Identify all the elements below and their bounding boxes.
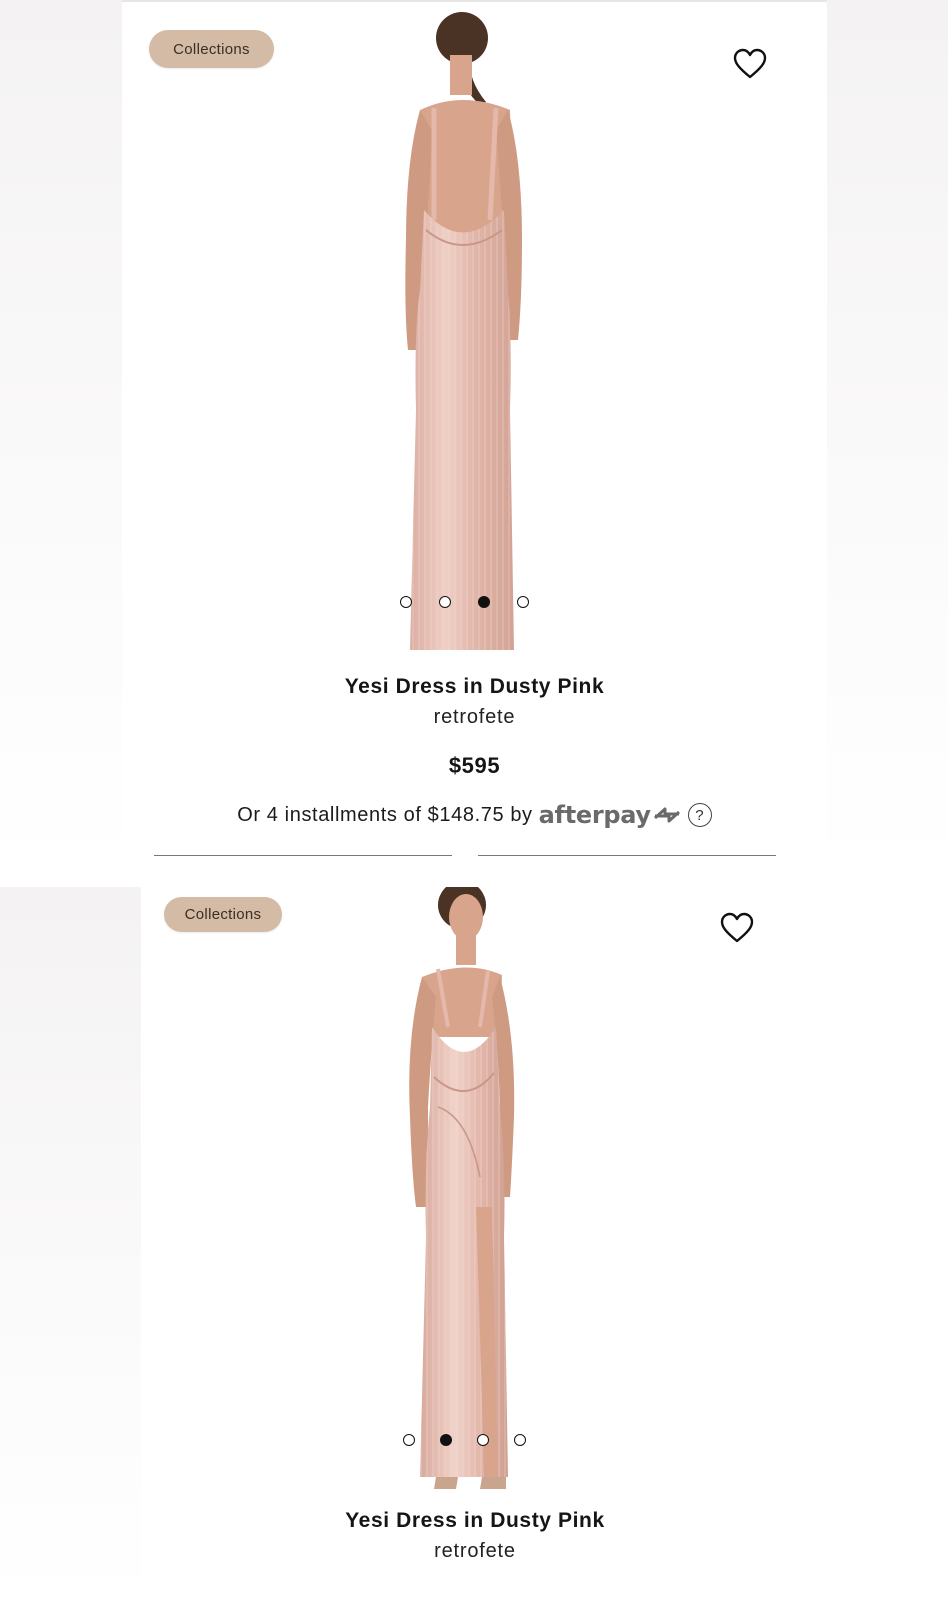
product-price: $595 bbox=[448, 753, 501, 778]
afterpay-arrows-icon bbox=[653, 807, 680, 823]
carousel-dot-1[interactable] bbox=[403, 1434, 415, 1446]
card-divider-left bbox=[154, 855, 452, 856]
carousel-dot-3[interactable] bbox=[478, 596, 490, 608]
product-image-side-view[interactable] bbox=[376, 887, 556, 1497]
image-carousel-dots[interactable] bbox=[400, 596, 529, 608]
heart-icon[interactable] bbox=[720, 912, 754, 944]
carousel-dot-3[interactable] bbox=[477, 1434, 489, 1446]
product-title[interactable]: Yesi Dress in Dusty Pink bbox=[122, 675, 827, 699]
left-background-panel bbox=[0, 0, 122, 872]
product-image-back-view[interactable] bbox=[362, 10, 562, 660]
product-brand[interactable]: retrofete bbox=[141, 1540, 809, 1563]
carousel-dot-4[interactable] bbox=[517, 596, 529, 608]
carousel-dot-2[interactable] bbox=[440, 1434, 452, 1446]
product-title[interactable]: Yesi Dress in Dusty Pink bbox=[141, 1509, 809, 1533]
right-background-panel bbox=[827, 0, 948, 872]
product-card-2[interactable]: Collections Yesi Dress in Dusty Pink ret… bbox=[141, 887, 809, 1600]
image-carousel-dots[interactable] bbox=[403, 1434, 526, 1446]
product-card[interactable]: Collections Yesi Dress in Dusty Pink ret… bbox=[122, 0, 827, 872]
product-brand[interactable]: retrofete bbox=[122, 706, 827, 729]
question-circle-icon[interactable]: ? bbox=[687, 803, 712, 827]
heart-icon[interactable] bbox=[733, 48, 767, 80]
carousel-dot-4[interactable] bbox=[514, 1434, 526, 1446]
carousel-dot-2[interactable] bbox=[439, 596, 451, 608]
installments-info: Or 4 installments of $148.75 by afterpay… bbox=[122, 801, 827, 829]
collections-badge[interactable]: Collections bbox=[149, 30, 274, 68]
installments-text: Or 4 installments of $148.75 by bbox=[237, 803, 533, 826]
collections-badge[interactable]: Collections bbox=[164, 897, 282, 932]
carousel-dot-1[interactable] bbox=[400, 596, 412, 608]
afterpay-logo: afterpay bbox=[538, 801, 651, 829]
card-divider-right bbox=[478, 855, 776, 856]
left-background-panel-2 bbox=[0, 887, 141, 1600]
